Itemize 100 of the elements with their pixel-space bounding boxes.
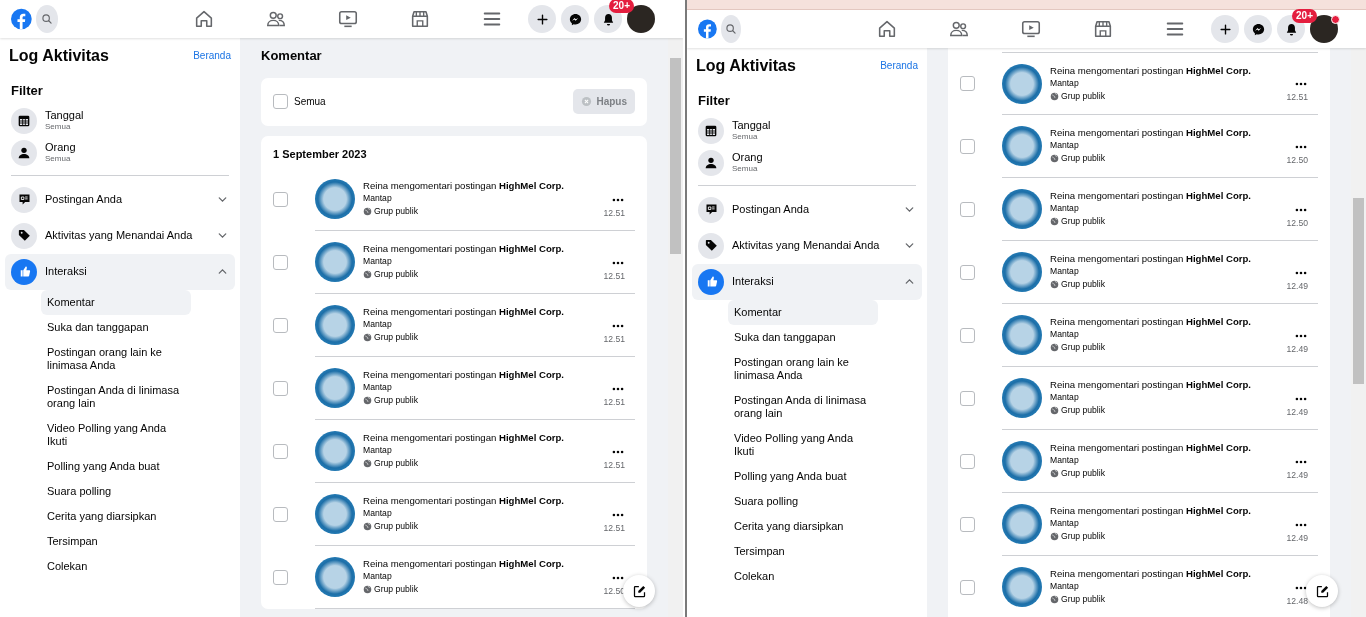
comment-text: Mantap: [363, 192, 393, 205]
row-checkbox[interactable]: [273, 507, 288, 522]
activity-text: Reina mengomentari postingan HighMel Corp.: [1050, 316, 1253, 328]
globe-icon: [1050, 532, 1059, 541]
photo-placeholder: [315, 305, 355, 345]
subcategory-item[interactable]: Polling yang Anda buat: [41, 453, 191, 479]
row-checkbox[interactable]: [273, 570, 288, 585]
category-item[interactable]: Postingan Anda: [692, 191, 922, 228]
filter-item[interactable]: Tanggal Semua: [5, 104, 235, 137]
comment-text: Mantap: [1050, 580, 1080, 593]
activity-text: Reina mengomentari postingan HighMel Corp.: [1050, 253, 1253, 265]
subcategory-item[interactable]: Postingan orang lain ke linimasa Anda: [41, 339, 191, 378]
filter-item[interactable]: Orang Semua: [5, 136, 235, 169]
subcategory-item[interactable]: Postingan Anda di linimasa orang lain: [728, 387, 878, 426]
subcategory-item[interactable]: Suara polling: [728, 488, 878, 514]
time-label: 12.51: [603, 207, 625, 220]
subcategory-item[interactable]: Colekan: [728, 563, 878, 589]
subcategory-item[interactable]: Komentar: [728, 299, 878, 325]
filter-label: Orang: [732, 151, 763, 165]
filter-heading: Filter: [11, 82, 44, 101]
create-button[interactable]: [1211, 15, 1239, 43]
subcategory-item[interactable]: Video Polling yang Anda Ikuti: [41, 415, 191, 454]
subcategory-item[interactable]: Tersimpan: [728, 538, 878, 564]
category-item[interactable]: Aktivitas yang Menandai Anda: [5, 217, 235, 254]
notification-badge: 20+: [1292, 9, 1317, 23]
search-button[interactable]: [35, 5, 58, 33]
video-icon[interactable]: [337, 8, 359, 30]
subcategory-item[interactable]: Suka dan tanggapan: [728, 324, 878, 350]
row-checkbox[interactable]: [960, 265, 975, 280]
home-link[interactable]: Beranda: [193, 48, 231, 64]
row-checkbox[interactable]: [273, 444, 288, 459]
photo-placeholder: [315, 557, 355, 597]
subcategory-item[interactable]: Cerita yang diarsipkan: [41, 503, 191, 529]
comment-text: Mantap: [1050, 328, 1080, 341]
row-checkbox[interactable]: [960, 517, 975, 532]
globe-icon: [363, 333, 372, 342]
home-link[interactable]: Beranda: [880, 58, 918, 74]
home-icon[interactable]: [193, 8, 215, 30]
photo-placeholder: [1002, 504, 1042, 544]
comment-text: Mantap: [363, 381, 393, 394]
subcategory-item[interactable]: Polling yang Anda buat: [728, 463, 878, 489]
row-checkbox[interactable]: [960, 76, 975, 91]
comment-text: Mantap: [363, 507, 393, 520]
category-item[interactable]: Interaksi: [692, 263, 922, 300]
activity-text: Reina mengomentari postingan HighMel Corp.: [363, 369, 566, 381]
subcategory-item[interactable]: Postingan Anda di linimasa orang lain: [41, 377, 191, 416]
store-icon[interactable]: [1092, 18, 1114, 40]
facebook-logo-icon[interactable]: [11, 6, 32, 32]
row-checkbox[interactable]: [273, 318, 288, 333]
activity-text: Reina mengomentari postingan HighMel Corp.: [363, 306, 566, 318]
scrollbar[interactable]: [1351, 48, 1366, 617]
subcategory-item[interactable]: Komentar: [41, 289, 191, 315]
photo-placeholder: [1002, 189, 1042, 229]
row-checkbox[interactable]: [960, 391, 975, 406]
row-checkbox[interactable]: [960, 139, 975, 154]
time-label: 12.50: [1286, 217, 1308, 230]
row-checkbox[interactable]: [273, 192, 288, 207]
audience-label: Grup publik: [374, 205, 418, 218]
filter-item[interactable]: Orang Semua: [692, 146, 922, 179]
select-all-checkbox[interactable]: [273, 94, 288, 109]
globe-icon: [1050, 217, 1059, 226]
subcategory-item[interactable]: Colekan: [41, 553, 191, 579]
globe-icon: [1050, 406, 1059, 415]
subcategory-item[interactable]: Tersimpan: [41, 528, 191, 554]
comment-text: Mantap: [1050, 139, 1080, 152]
time-label: 12.49: [1286, 406, 1308, 419]
row-checkbox[interactable]: [960, 202, 975, 217]
comment-text: Mantap: [1050, 265, 1080, 278]
messenger-button[interactable]: [561, 5, 589, 33]
audience-label: Grup publik: [1061, 215, 1105, 228]
photo-placeholder: [315, 242, 355, 282]
audience-label: Grup publik: [374, 268, 418, 281]
globe-icon: [363, 270, 372, 279]
row-checkbox[interactable]: [273, 255, 288, 270]
search-button[interactable]: [720, 15, 741, 43]
subcategory-item[interactable]: Suara polling: [41, 478, 191, 504]
home-icon[interactable]: [876, 18, 898, 40]
audience-label: Grup publik: [1061, 152, 1105, 165]
subcategory-item[interactable]: Cerita yang diarsipkan: [728, 513, 878, 539]
row-checkbox[interactable]: [273, 381, 288, 396]
search-icon: [39, 12, 54, 26]
messenger-button[interactable]: [1244, 15, 1272, 43]
filter-item[interactable]: Tanggal Semua: [692, 114, 922, 147]
video-icon[interactable]: [1020, 18, 1042, 40]
row-checkbox[interactable]: [960, 328, 975, 343]
row-checkbox[interactable]: [960, 580, 975, 595]
subcategory-item[interactable]: Suka dan tanggapan: [41, 314, 191, 340]
comment-text: Mantap: [1050, 517, 1080, 530]
store-icon[interactable]: [409, 8, 431, 30]
comment-text: Mantap: [1050, 391, 1080, 404]
row-checkbox[interactable]: [960, 454, 975, 469]
subcategory-item[interactable]: Video Polling yang Anda Ikuti: [728, 425, 878, 464]
category-item[interactable]: Interaksi: [5, 253, 235, 290]
category-item[interactable]: Aktivitas yang Menandai Anda: [692, 227, 922, 264]
subcategory-item[interactable]: Postingan orang lain ke linimasa Anda: [728, 349, 878, 388]
pencil-icon: [1314, 583, 1330, 599]
date-heading: 1 September 2023: [273, 146, 368, 162]
category-item[interactable]: Postingan Anda: [5, 181, 235, 218]
scrollbar[interactable]: [668, 38, 683, 617]
create-button[interactable]: [528, 5, 556, 33]
